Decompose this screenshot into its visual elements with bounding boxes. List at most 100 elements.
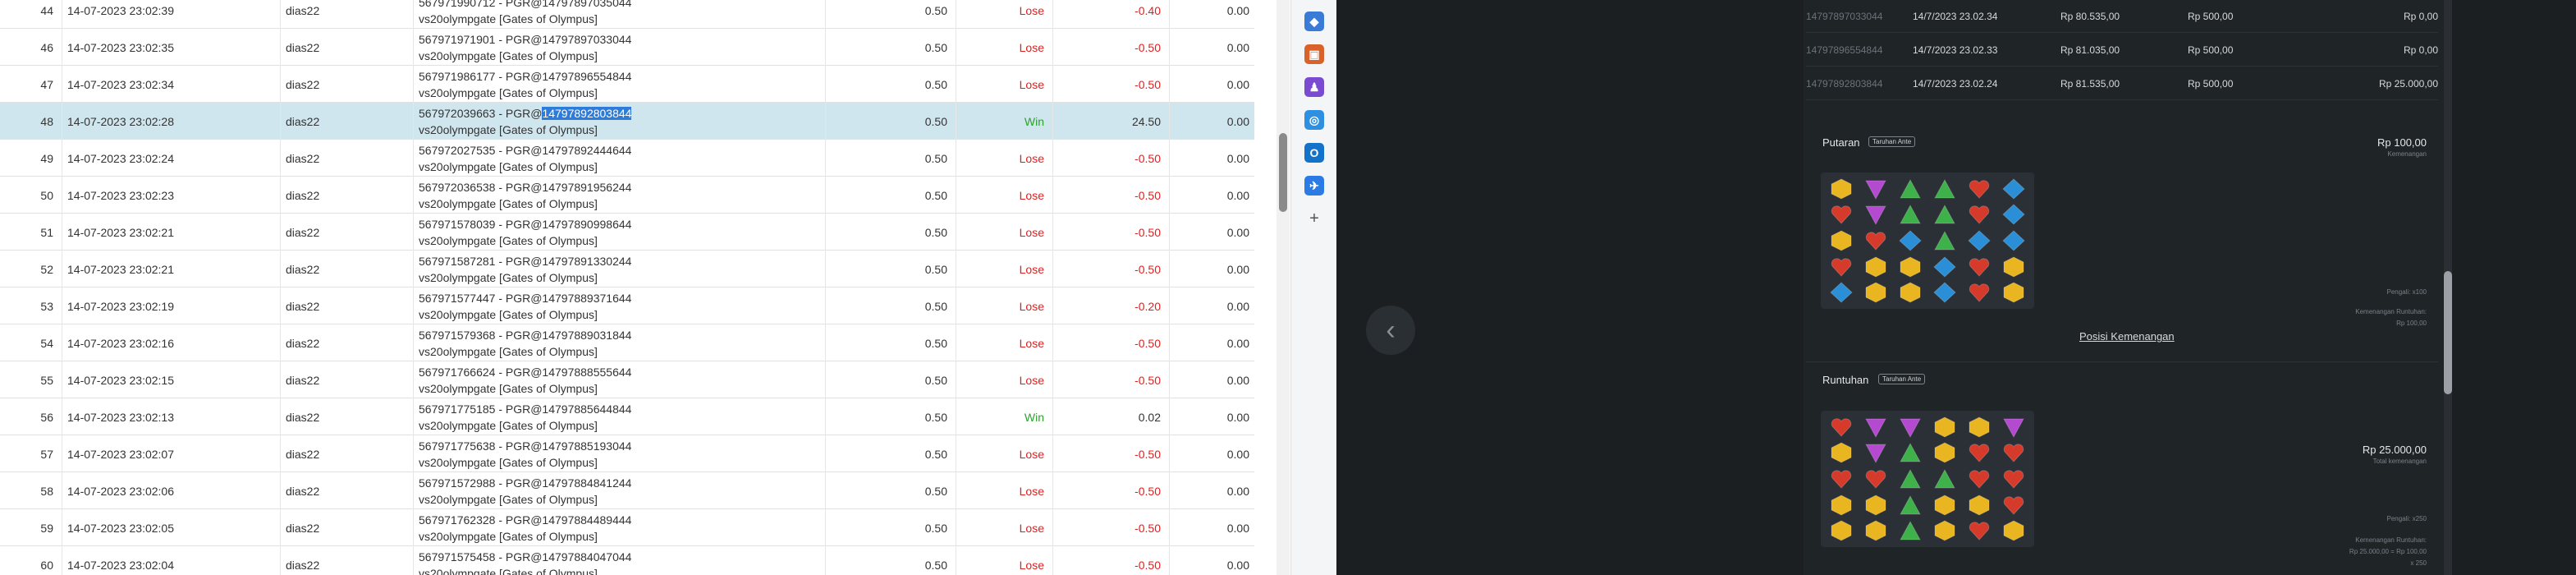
row-description[interactable]: 567971775185 - PGR@14797885644844 vs20oly… [413, 398, 825, 435]
row-description[interactable]: 567971971901 - PGR@14797897033044 vs20oly… [413, 29, 825, 66]
gem-symbol-icon [2002, 442, 2025, 463]
row-balance: 0.00 [1169, 398, 1254, 435]
modal-scrollbar-thumb[interactable] [2444, 271, 2452, 394]
table-row[interactable]: 58 14-07-2023 23:02:06 dias22 567971572988 … [0, 472, 1254, 509]
row-date: 14-07-2023 23:02:05 [62, 509, 280, 546]
gem-symbol-icon [1830, 204, 1853, 225]
description-line-1: 567971575458 - PGR@14797884047044 [419, 550, 632, 564]
table-row[interactable]: 60 14-07-2023 23:02:04 dias22 567971575458 … [0, 546, 1254, 575]
table-row[interactable]: 53 14-07-2023 23:02:19 dias22 567971577447 … [0, 288, 1254, 324]
row-result: Lose [956, 435, 1052, 472]
table-row[interactable]: 50 14-07-2023 23:02:23 dias22 567972036538 … [0, 177, 1254, 214]
spin-title: Putaran [1822, 136, 1860, 149]
row-result: Win [956, 103, 1052, 140]
table-scrollbar[interactable] [1277, 0, 1290, 575]
tag-icon[interactable]: ◆ [1304, 12, 1324, 31]
description-line-1: 567971971901 - PGR@14797897033044 [419, 32, 632, 46]
table-row[interactable]: 55 14-07-2023 23:02:15 dias22 567971766624 … [0, 361, 1254, 398]
row-user: dias22 [280, 214, 413, 251]
table-row[interactable]: 44 14-07-2023 23:02:39 dias22 567971990712 … [0, 0, 1254, 29]
description-line-1: 567971579368 - PGR@14797889031844 [419, 328, 632, 342]
previous-arrow-button[interactable]: ‹ [1366, 306, 1415, 355]
row-bet: 0.50 [825, 66, 956, 103]
table-row[interactable]: 56 14-07-2023 23:02:13 dias22 567971775185 … [0, 398, 1254, 435]
row-description[interactable]: 567972039663 - PGR@14797892803844 vs20oly… [413, 103, 825, 140]
games-icon[interactable]: ♟ [1304, 77, 1324, 97]
history-row[interactable]: 14797896554844 14/7/2023 23.02.33 Rp 81.03… [1806, 34, 2438, 67]
row-win-loss: -0.50 [1052, 472, 1169, 509]
row-description[interactable]: 567971986177 - PGR@14797896554844 vs20oly… [413, 66, 825, 103]
row-description[interactable]: 567971775638 - PGR@14797885193044 vs20oly… [413, 435, 825, 472]
toolbox-icon[interactable]: ▣ [1304, 44, 1324, 64]
drop-icon[interactable]: ✈ [1304, 176, 1324, 196]
row-number: 58 [40, 484, 53, 498]
table-row[interactable]: 51 14-07-2023 23:02:21 dias22 567971578039 … [0, 214, 1254, 251]
add-icon[interactable]: + [1304, 209, 1324, 228]
row-date: 14-07-2023 23:02:21 [62, 214, 280, 251]
row-description[interactable]: 567971578039 - PGR@14797890998644 vs20oly… [413, 214, 825, 251]
row-user: dias22 [280, 361, 413, 398]
gem-symbol-icon [1968, 468, 1991, 490]
row-description[interactable]: 567971575458 - PGR@14797884047044 vs20oly… [413, 546, 825, 575]
description-line-2: vs20olympgate [Gates of Olympus] [419, 418, 598, 432]
row-bet: 0.50 [825, 103, 956, 140]
gem-symbol-icon [1864, 204, 1887, 226]
description-line-1: 567971572988 - PGR@14797884841244 [419, 476, 632, 490]
row-result: Lose [956, 324, 1052, 361]
row-description[interactable]: 567971990712 - PGR@14797897035044 vs20oly… [413, 0, 825, 29]
row-number: 56 [40, 410, 53, 424]
table-row[interactable]: 59 14-07-2023 23:02:05 dias22 567971762328 … [0, 509, 1254, 546]
gem-symbol-icon [1864, 468, 1887, 490]
spin-tumble-value: Rp 100,00 [2396, 320, 2427, 327]
row-win-loss: -0.50 [1052, 324, 1169, 361]
row-description[interactable]: 567971577447 - PGR@14797889371644 vs20oly… [413, 288, 825, 324]
row-description[interactable]: 567971572988 - PGR@14797884841244 vs20oly… [413, 472, 825, 509]
history-row[interactable]: 14797892803844 14/7/2023 23.02.24 Rp 81.53… [1806, 67, 2438, 100]
row-user: dias22 [280, 0, 413, 29]
row-description[interactable]: 567971762328 - PGR@14797884489444 vs20oly… [413, 509, 825, 546]
row-description[interactable]: 567971587281 - PGR@14797891330244 vs20oly… [413, 251, 825, 288]
row-date: 14-07-2023 23:02:21 [62, 251, 280, 288]
row-description[interactable]: 567972036538 - PGR@14797891956244 vs20oly… [413, 177, 825, 214]
description-line-1: 567972027535 - PGR@14797892444644 [419, 143, 632, 157]
gem-symbol-icon [1864, 282, 1887, 303]
table-row[interactable]: 48 14-07-2023 23:02:28 dias22 567972039663 … [0, 103, 1254, 140]
row-result: Lose [956, 0, 1052, 29]
table-row[interactable]: 57 14-07-2023 23:02:07 dias22 567971775638 … [0, 435, 1254, 472]
table-row[interactable]: 46 14-07-2023 23:02:35 dias22 567971971901 … [0, 29, 1254, 66]
table-row[interactable]: 47 14-07-2023 23:02:34 dias22 567971986177 … [0, 66, 1254, 103]
row-bet: 0.50 [825, 435, 956, 472]
row-result: Lose [956, 66, 1052, 103]
history-row[interactable]: 14797897033044 14/7/2023 23.02.34 Rp 80.53… [1806, 0, 2438, 33]
history-balance: Rp 81.535,00 [2060, 78, 2120, 90]
row-number: 57 [40, 447, 53, 461]
gem-symbol-icon [1933, 520, 1956, 541]
row-win-loss: -0.50 [1052, 214, 1169, 251]
row-user: dias22 [280, 324, 413, 361]
row-description[interactable]: 567972027535 - PGR@14797892444644 vs20oly… [413, 140, 825, 177]
row-date: 14-07-2023 23:02:04 [62, 546, 280, 575]
table-scrollbar-thumb[interactable] [1279, 133, 1287, 212]
table-row[interactable]: 52 14-07-2023 23:02:21 dias22 567971587281 … [0, 251, 1254, 288]
row-number: 53 [40, 299, 53, 313]
outlook-icon[interactable]: O [1304, 143, 1324, 163]
row-date: 14-07-2023 23:02:23 [62, 177, 280, 214]
row-win-loss: -0.50 [1052, 546, 1169, 575]
row-result: Lose [956, 214, 1052, 251]
row-win-loss: -0.50 [1052, 435, 1169, 472]
row-bet: 0.50 [825, 177, 956, 214]
row-description[interactable]: 567971766624 - PGR@14797888555644 vs20oly… [413, 361, 825, 398]
transaction-table-panel: 44 14-07-2023 23:02:39 dias22 567971990712 … [0, 0, 1254, 575]
row-date: 14-07-2023 23:02:28 [62, 103, 280, 140]
description-line-1: 567971986177 - PGR@14797896554844 [419, 69, 632, 83]
table-row[interactable]: 49 14-07-2023 23:02:24 dias22 567972027535 … [0, 140, 1254, 177]
row-number: 55 [40, 373, 53, 387]
gem-symbol-icon [1899, 520, 1922, 541]
winning-positions-link[interactable]: Posisi Kemenangan [2079, 330, 2175, 343]
history-balance: Rp 81.035,00 [2060, 44, 2120, 56]
copilot-icon[interactable]: ◎ [1304, 110, 1324, 130]
row-balance: 0.00 [1169, 509, 1254, 546]
description-line-2: vs20olympgate [Gates of Olympus] [419, 270, 598, 284]
table-row[interactable]: 54 14-07-2023 23:02:16 dias22 567971579368 … [0, 324, 1254, 361]
row-description[interactable]: 567971579368 - PGR@14797889031844 vs20oly… [413, 324, 825, 361]
